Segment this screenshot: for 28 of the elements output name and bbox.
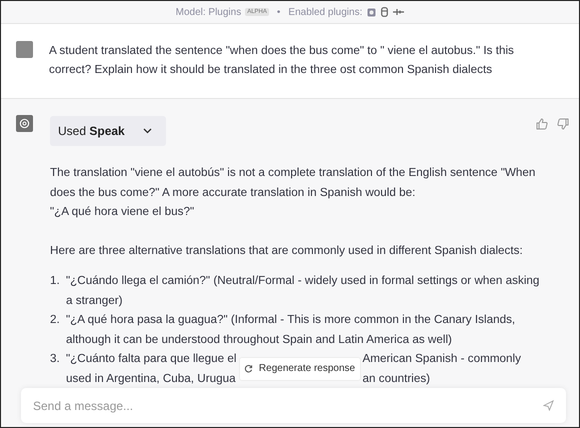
list-item-text: "¿Cuándo llega el camión?" (Neutral/Formal - widely used in formal settings or when asking a stranger) bbox=[66, 273, 540, 308]
answer-paragraph: "¿A qué hora viene el bus?" bbox=[50, 204, 196, 220]
plugin-used-button[interactable]: Used Speak bbox=[50, 116, 166, 146]
model-label: Model: Plugins bbox=[176, 6, 242, 18]
separator-dot: • bbox=[276, 6, 280, 18]
chevron-icon bbox=[143, 128, 152, 134]
list-item-text: "¿A qué hora pasa la guagua?" (Informal - This is more common in the Canary Islands, although it can be understood throughout Spain and Latin America as well) bbox=[66, 312, 516, 348]
answer-paragraph: Here are three alternative translations that are commonly used in different Spanish dialects: bbox=[50, 242, 524, 258]
message-composer[interactable]: Send a message... bbox=[21, 388, 566, 423]
thumbs-up-icon[interactable] bbox=[536, 118, 548, 130]
answer-paragraph: The translation "viene el autobús" is not a complete translation of the English sentence "When does the bus come?" A more accurate translation in Spanish would be: bbox=[50, 165, 536, 200]
user-message: A student translated the sentence "when does the bus come" to " viene el autobus." Is this correct? Explain how it should be translated in the three ost common Spanish dialects bbox=[49, 43, 515, 78]
list-number: 2. bbox=[50, 312, 61, 328]
send-icon[interactable] bbox=[543, 400, 554, 411]
user-avatar bbox=[16, 41, 33, 58]
message-input-field[interactable]: Send a message... bbox=[31, 398, 543, 414]
database-icon bbox=[381, 7, 388, 17]
list-item-text: an countries) bbox=[362, 370, 432, 386]
list-item-text: used in Argentina, Cuba, Urugua bbox=[66, 370, 236, 386]
list-number: 1. bbox=[50, 273, 61, 289]
plugins-label: Enabled plugins: bbox=[288, 6, 362, 18]
list-number: 3. bbox=[50, 351, 61, 367]
list-item-text: American Spanish - commonly bbox=[362, 351, 521, 367]
assistant-avatar bbox=[16, 115, 33, 132]
regenerate-button[interactable]: Regenerate response bbox=[238, 356, 360, 380]
refresh-icon bbox=[244, 364, 253, 373]
list-item-text: "¿Cuánto falta para que llegue el bbox=[66, 351, 236, 367]
thumbs-down-icon[interactable] bbox=[557, 118, 569, 130]
